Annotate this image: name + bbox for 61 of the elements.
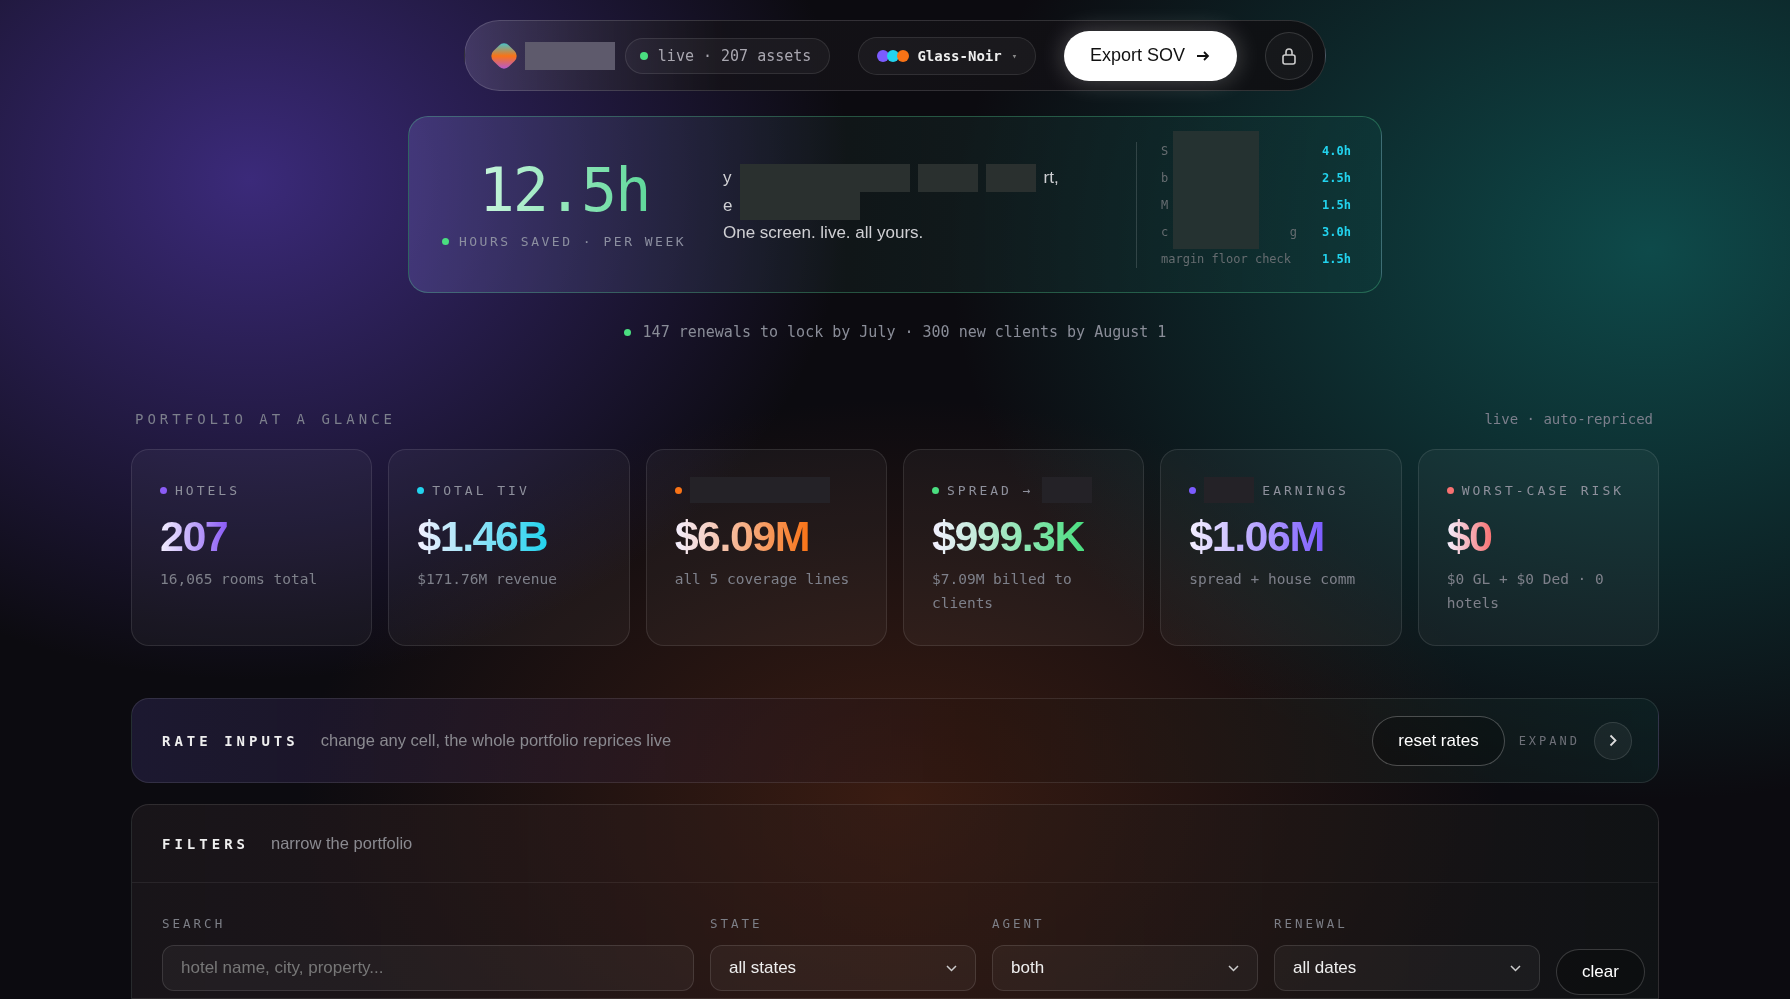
- task-hours: 1.5h: [1321, 197, 1351, 212]
- text-fragment: e: [723, 194, 733, 217]
- stat-subtext: 16,065 rooms total: [160, 570, 319, 589]
- task-label: margin floor check: [1161, 251, 1292, 266]
- status-text: live · 207 assets: [657, 46, 812, 65]
- task-label: g: [1289, 224, 1297, 239]
- theme-selector[interactable]: Glass-Noir ▾: [858, 36, 1037, 75]
- lock-button[interactable]: [1265, 31, 1314, 80]
- field-label: RENEWAL: [1274, 916, 1349, 931]
- stat-subtext: spread + house comm: [1189, 570, 1357, 589]
- stat-label: HOTELS: [175, 482, 240, 498]
- stat-subtext: all 5 coverage lines: [674, 570, 851, 589]
- text-fragment: rt,: [1043, 166, 1059, 189]
- chevron-right-icon: [1609, 734, 1617, 747]
- text-fragment: One screen. live. all yours.: [723, 221, 924, 244]
- panel-hint: narrow the portfolio: [271, 834, 413, 853]
- task-hours: 1.5h: [1321, 251, 1351, 266]
- stat-label: SPREAD →: [947, 482, 1034, 498]
- task-hours: 4.0h: [1321, 143, 1351, 158]
- stat-subtext: $0 GL + $0 Ded · 0 hotels: [1446, 570, 1605, 613]
- section-note: live · auto-repriced: [1484, 411, 1653, 427]
- status-dot: [623, 328, 631, 336]
- hours-caption: HOURS SAVED · PER WEEK: [458, 234, 687, 249]
- export-button[interactable]: Export SOV: [1064, 30, 1238, 81]
- task-label: b: [1161, 170, 1169, 185]
- renewals-status: 147 renewals to lock by July · 300 new clients by August 1: [642, 323, 1167, 341]
- task-hours: 2.5h: [1321, 170, 1351, 185]
- panel-title: RATE INPUTS: [162, 732, 299, 749]
- redacted-block: [985, 163, 1036, 192]
- stat-subtext: $171.76M revenue: [417, 570, 558, 589]
- reset-rates-button[interactable]: reset rates: [1372, 715, 1505, 766]
- stat-label: TOTAL TIV: [432, 482, 530, 498]
- panel-hint: change any cell, the whole portfolio reprices live: [320, 731, 673, 750]
- status-dot: [441, 238, 449, 245]
- caret-icon: ▾: [1011, 50, 1018, 61]
- field-label: SEARCH: [162, 916, 227, 931]
- status-dot: [639, 51, 648, 60]
- field-label: AGENT: [992, 916, 1046, 931]
- stat-label: WORST-CASE RISK: [1461, 482, 1625, 498]
- select-field[interactable]: both: [992, 945, 1258, 991]
- stat-subtext: $7.09M billed to clients: [932, 570, 1073, 613]
- chevron-down-icon: [1228, 964, 1239, 972]
- text-fragment: y: [723, 166, 732, 189]
- task-hours: 3.0h: [1321, 224, 1351, 239]
- task-label: S: [1161, 143, 1169, 158]
- redacted-block: [917, 163, 978, 192]
- section-title: PORTFOLIO AT A GLANCE: [135, 411, 396, 427]
- select-field[interactable]: all states: [710, 945, 976, 991]
- chevron-down-icon: [946, 964, 957, 972]
- chevron-down-icon: [1510, 964, 1521, 972]
- task-label: c: [1161, 224, 1169, 239]
- task-label: M: [1161, 197, 1169, 212]
- field-label: STATE: [710, 916, 764, 931]
- select-field[interactable]: all dates: [1274, 945, 1540, 991]
- stat-label: EARNINGS: [1262, 482, 1349, 498]
- swatches-icon: [877, 49, 908, 62]
- clear-button[interactable]: clear: [1556, 949, 1645, 995]
- expand-button[interactable]: [1594, 721, 1632, 760]
- expand-label[interactable]: EXPAND: [1518, 733, 1580, 748]
- panel-title: FILTERS: [162, 835, 249, 852]
- lock-icon: [1281, 46, 1298, 65]
